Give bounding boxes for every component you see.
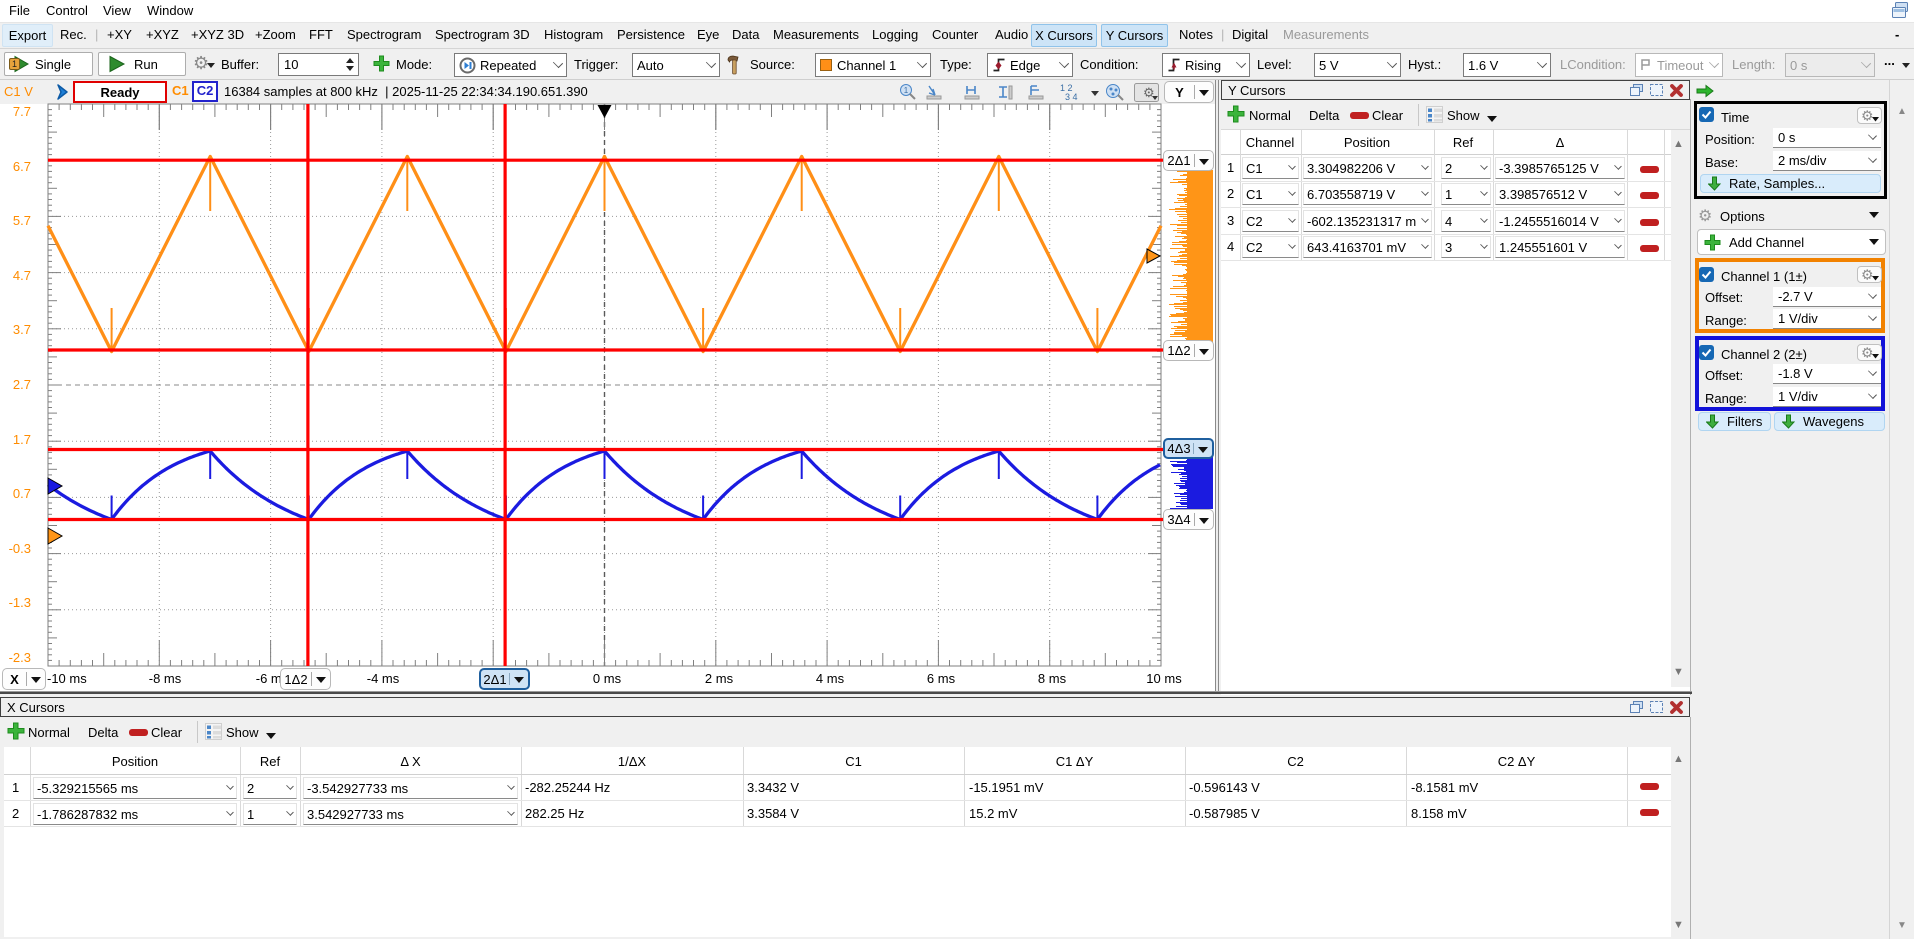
svg-text:⚙: ⚙ xyxy=(1861,345,1874,361)
svg-text:⚙: ⚙ xyxy=(1861,108,1874,124)
svg-text:⚙: ⚙ xyxy=(1861,267,1874,283)
